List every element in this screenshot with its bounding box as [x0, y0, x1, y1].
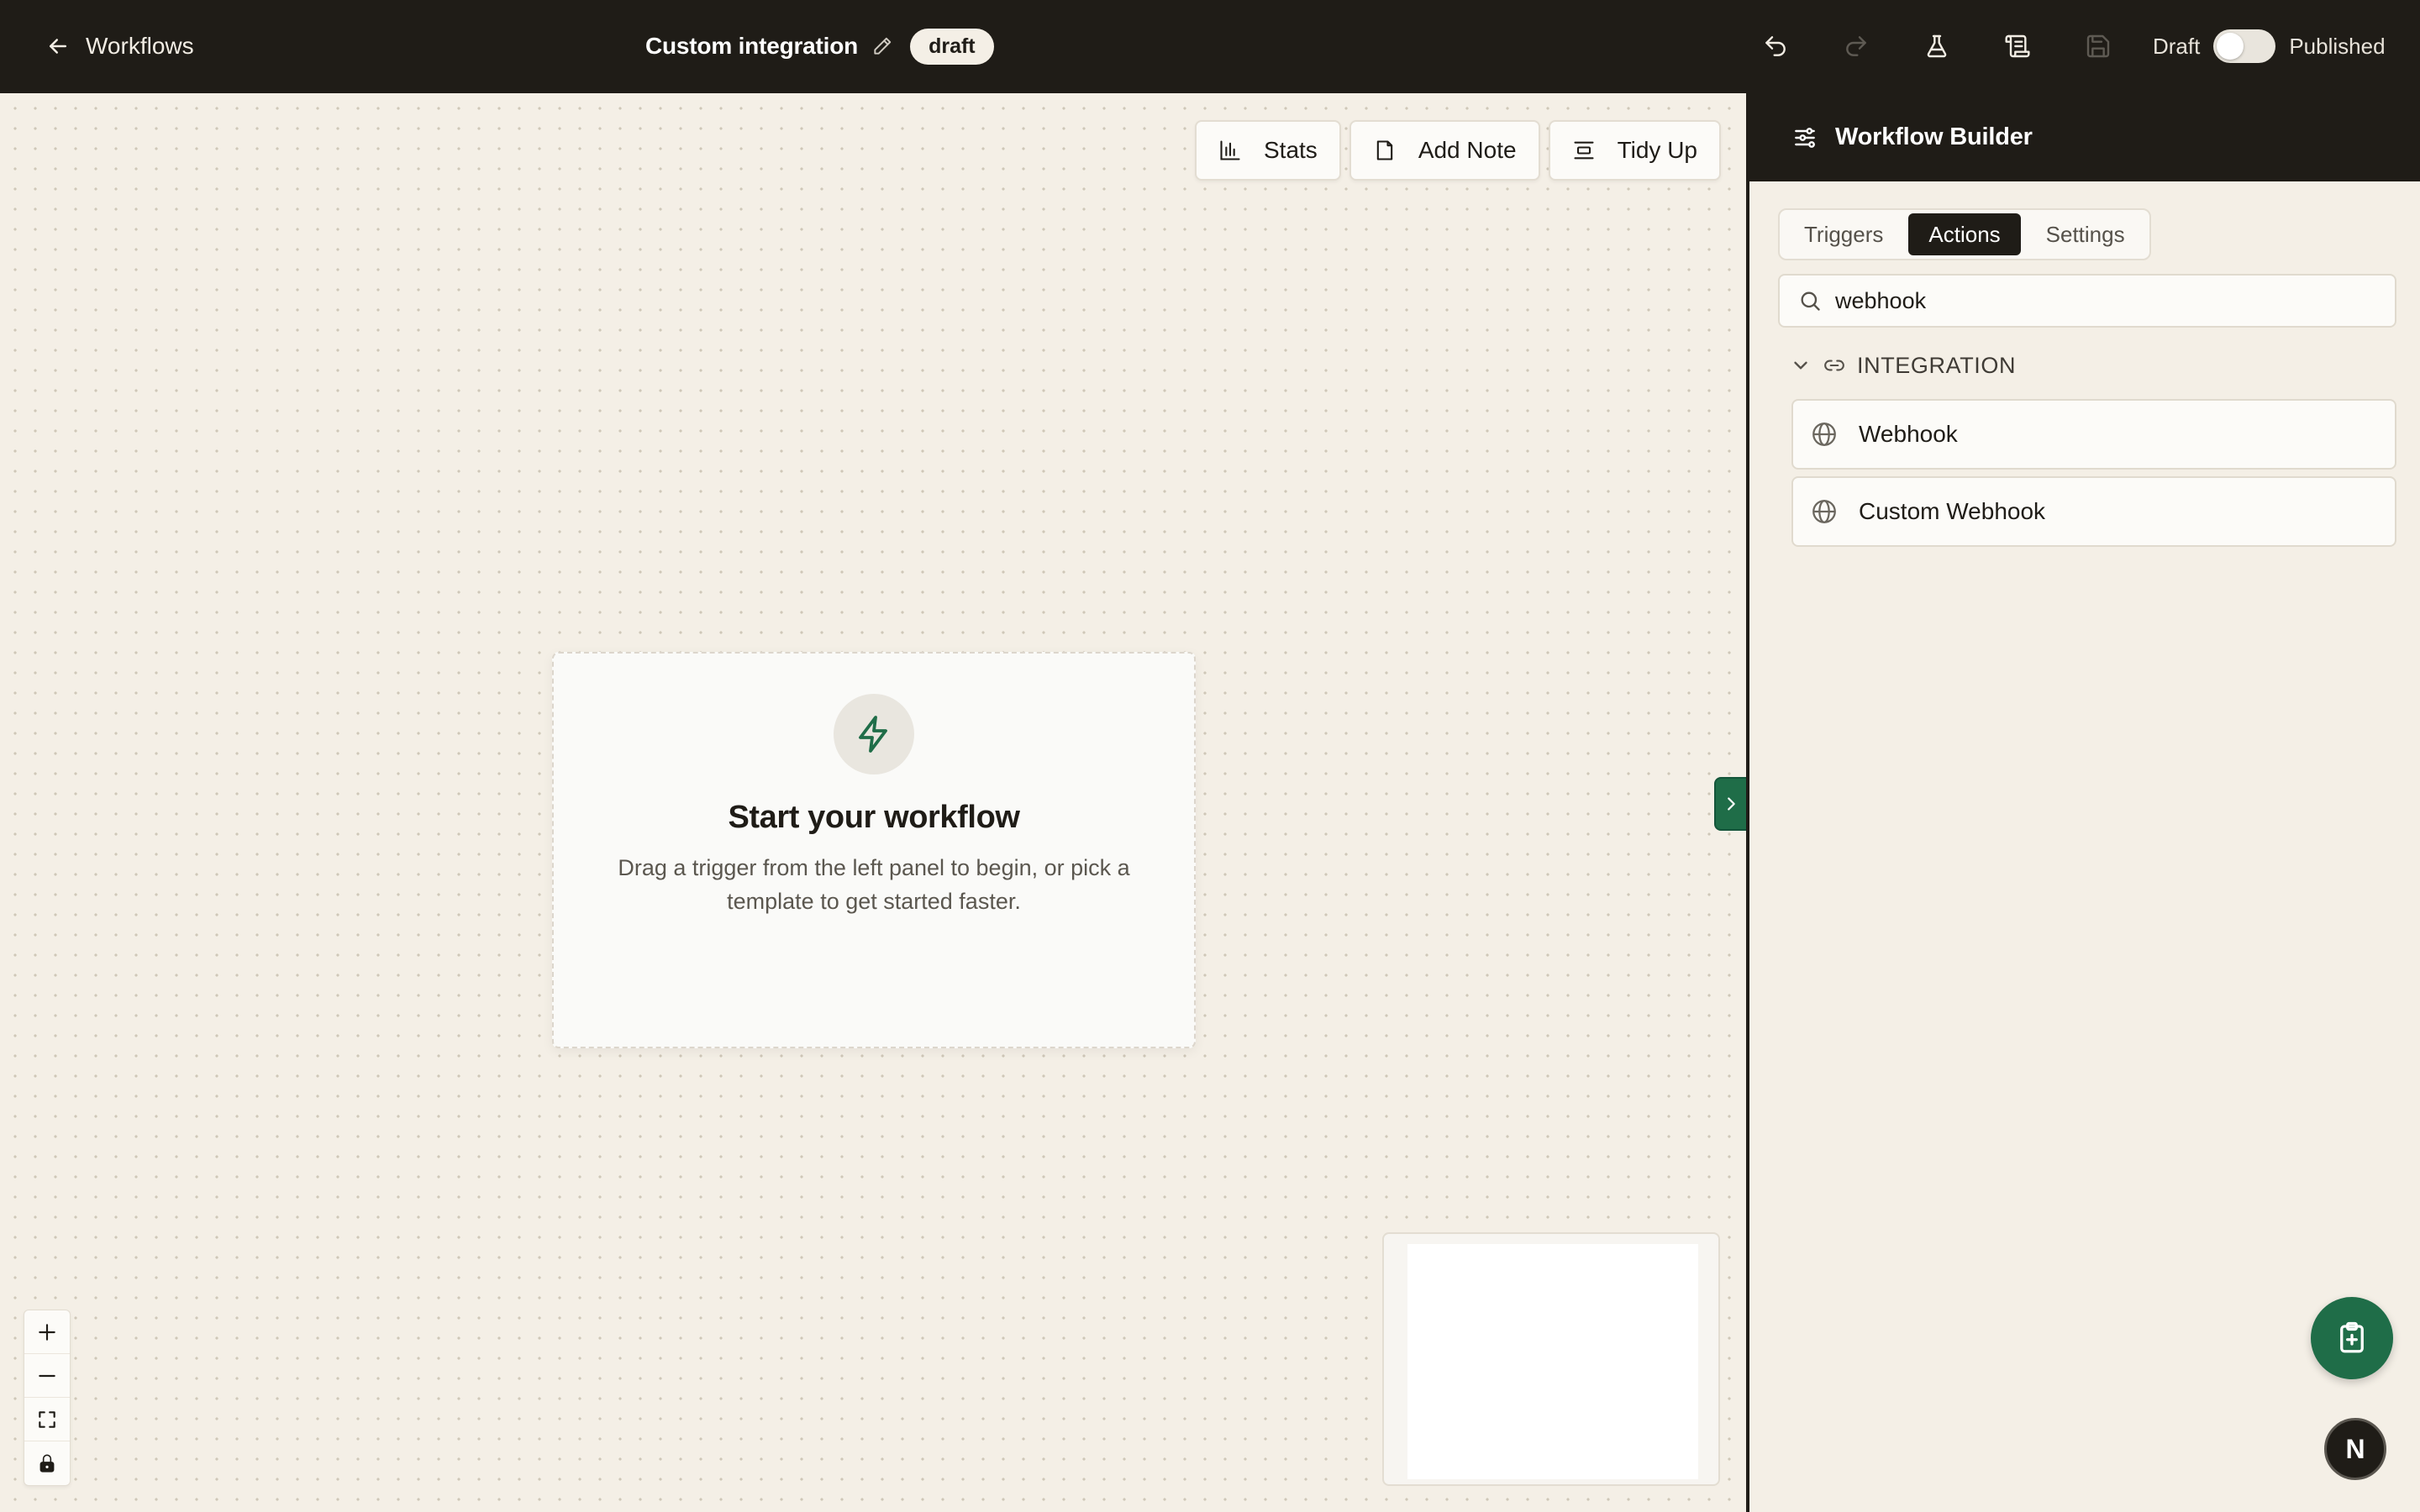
draft-label: Draft [2153, 33, 2201, 59]
clipboard-plus-icon [2340, 1321, 2364, 1353]
undo-icon [1765, 36, 1786, 56]
add-note-label: Add Note [1418, 137, 1517, 163]
chevron-down-icon [1794, 361, 1807, 370]
integration-group-header[interactable]: INTEGRATION [1790, 347, 2016, 384]
panel-title: Workflow Builder [1835, 123, 2033, 150]
search-input[interactable] [1835, 287, 2356, 314]
redo-button[interactable] [1839, 29, 1874, 64]
add-note-button[interactable]: Add Note [1349, 120, 1540, 181]
globe-icon [1812, 423, 1836, 446]
redo-icon [1846, 36, 1866, 56]
action-item-custom-webhook[interactable]: Custom Webhook [1791, 476, 2396, 547]
globe-icon [1812, 500, 1836, 523]
workflow-canvas[interactable]: Stats Add Note Tidy Up Start your workfl… [0, 93, 1746, 1512]
minus-icon [39, 1374, 55, 1377]
back-label: Workflows [86, 33, 194, 59]
test-run-button[interactable] [1919, 29, 1954, 64]
empty-state-card: Start your workflow Drag a trigger from … [552, 652, 1196, 1048]
back-to-workflows-button[interactable]: Workflows [45, 29, 194, 64]
tab-actions[interactable]: Actions [1908, 213, 2021, 255]
bar-chart-icon [1220, 140, 1240, 160]
lightning-icon [859, 716, 887, 753]
lock-canvas-button[interactable] [24, 1441, 70, 1485]
align-icon [1574, 141, 1594, 160]
scroll-icon [2005, 34, 2030, 58]
zoom-in-button[interactable] [24, 1310, 70, 1354]
canvas-toolbar: Stats Add Note Tidy Up [1195, 120, 1721, 181]
published-label: Published [2289, 33, 2386, 59]
fullscreen-icon [39, 1410, 55, 1428]
zoom-out-button[interactable] [24, 1354, 70, 1398]
logs-button[interactable] [2000, 29, 2035, 64]
empty-state-icon-circle [834, 694, 914, 774]
minimap[interactable] [1382, 1232, 1720, 1486]
workflow-builder-panel: Workflow Builder Triggers Actions Settin… [1746, 93, 2420, 1512]
tidy-up-label: Tidy Up [1617, 137, 1697, 163]
action-item-webhook[interactable]: Webhook [1791, 399, 2396, 470]
group-label: INTEGRATION [1857, 352, 2017, 378]
save-button[interactable] [2081, 29, 2116, 64]
avatar[interactable]: N [2324, 1418, 2386, 1480]
empty-state-description: Drag a trigger from the left panel to be… [618, 855, 1130, 914]
zoom-controls [24, 1310, 71, 1486]
search-box [1778, 274, 2396, 328]
collapse-panel-button[interactable] [1714, 777, 1748, 831]
toggle-knob [2217, 33, 2244, 60]
lock-icon [39, 1454, 55, 1473]
flask-icon [1927, 34, 1947, 58]
empty-state-title: Start your workflow [728, 800, 1020, 835]
note-icon [1376, 140, 1393, 160]
tab-settings[interactable]: Settings [2026, 213, 2145, 255]
undo-button[interactable] [1758, 29, 1793, 64]
workflow-title: Custom integration [645, 33, 859, 59]
publish-toggle[interactable] [2213, 29, 2276, 63]
panel-header: Workflow Builder [1749, 93, 2420, 181]
top-bar: Workflows Custom integration draft Draft… [0, 0, 2420, 93]
tidy-up-button[interactable]: Tidy Up [1548, 120, 1721, 181]
search-icon [1801, 291, 1820, 311]
sliders-icon [1795, 127, 1815, 148]
stats-label: Stats [1264, 137, 1318, 163]
panel-tabs: Triggers Actions Settings [1778, 208, 2151, 260]
chevron-right-icon [1728, 797, 1735, 811]
save-icon [2086, 34, 2110, 58]
action-item-label: Webhook [1859, 421, 1958, 447]
fit-view-button[interactable] [24, 1398, 70, 1441]
pencil-icon[interactable] [871, 35, 893, 57]
publish-toggle-group: Draft Published [2153, 27, 2386, 66]
action-item-label: Custom Webhook [1859, 498, 2046, 524]
stats-button[interactable]: Stats [1195, 120, 1341, 181]
plus-icon [39, 1323, 55, 1341]
workflow-title-group: Custom integration draft [645, 25, 994, 67]
tab-triggers[interactable]: Triggers [1784, 213, 1903, 255]
add-clipboard-button[interactable] [2311, 1297, 2393, 1379]
minimap-viewport[interactable] [1407, 1244, 1698, 1479]
arrow-left-icon [50, 39, 66, 54]
link-icon [1824, 360, 1844, 371]
status-badge: draft [910, 28, 994, 65]
